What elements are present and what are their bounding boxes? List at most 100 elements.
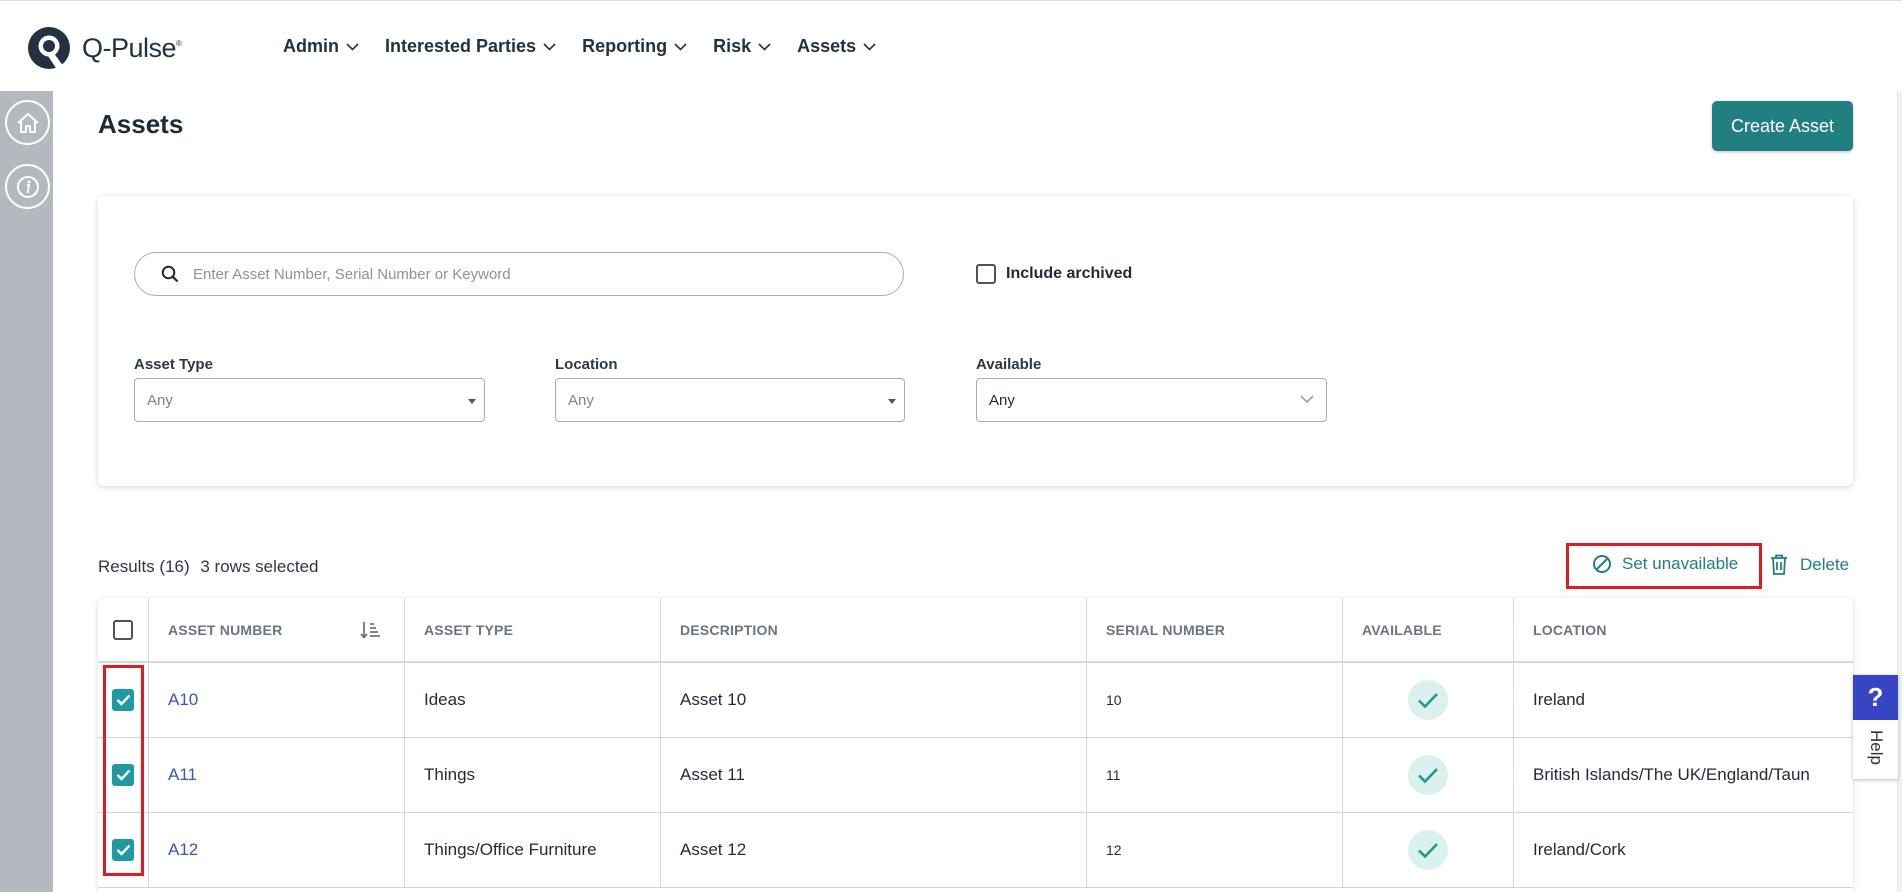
row-checkbox-checked[interactable] bbox=[112, 839, 134, 861]
include-archived-checkbox[interactable] bbox=[976, 264, 996, 284]
help-label: Help bbox=[1867, 730, 1886, 765]
location-cell: Ireland/Cork bbox=[1533, 840, 1626, 859]
location-cell: Ireland bbox=[1533, 690, 1585, 709]
description-cell: Asset 10 bbox=[661, 663, 1087, 737]
nav-risk-label: Risk bbox=[713, 36, 752, 56]
chevron-down-icon bbox=[758, 42, 771, 51]
results-summary: Results (16) 3 rows selected bbox=[98, 557, 325, 577]
search-icon bbox=[161, 265, 179, 283]
location-cell: British Islands/The UK/England/Taun bbox=[1533, 765, 1810, 784]
available-cell bbox=[1343, 738, 1514, 812]
column-header-location[interactable]: LOCATION bbox=[1514, 598, 1853, 661]
table-row[interactable]: A10 Ideas Asset 10 10 Ireland bbox=[98, 663, 1853, 738]
asset-number-link[interactable]: A11 bbox=[149, 738, 405, 812]
help-tab[interactable]: ? Help bbox=[1853, 675, 1898, 779]
include-archived-label: Include archived bbox=[1006, 265, 1133, 282]
home-icon bbox=[16, 112, 39, 133]
location-value: Any bbox=[568, 391, 594, 409]
block-icon bbox=[1593, 555, 1611, 573]
asset-type-value: Any bbox=[147, 391, 173, 409]
row-select-cell bbox=[98, 663, 149, 737]
nav-assets-label: Assets bbox=[797, 36, 857, 56]
available-check-icon bbox=[1408, 830, 1448, 870]
available-select[interactable]: Any bbox=[976, 378, 1327, 422]
asset-type-select[interactable]: Any bbox=[134, 378, 485, 422]
nav-interested-parties-label: Interested Parties bbox=[385, 36, 537, 56]
available-cell bbox=[1343, 813, 1514, 887]
row-select-cell bbox=[98, 813, 149, 887]
serial-number-cell: 10 bbox=[1087, 663, 1343, 737]
column-header-description[interactable]: DESCRIPTION bbox=[661, 598, 1087, 661]
delete-label: Delete bbox=[1800, 554, 1850, 574]
checkmark-icon bbox=[116, 694, 130, 706]
available-value: Any bbox=[989, 391, 1015, 409]
location-label: Location bbox=[555, 356, 618, 373]
main-nav: Admin Interested Parties Reporting Risk … bbox=[270, 1, 889, 92]
column-header-asset-number[interactable]: ASSET NUMBER bbox=[149, 598, 405, 661]
sort-ascending-icon[interactable] bbox=[360, 621, 382, 639]
include-archived-option[interactable]: Include archived bbox=[976, 264, 1132, 284]
serial-number-cell: 11 bbox=[1087, 738, 1343, 812]
chevron-down-icon bbox=[863, 42, 876, 51]
left-sidebar bbox=[0, 91, 53, 892]
nav-admin[interactable]: Admin bbox=[283, 32, 359, 61]
results-count: Results (16) bbox=[98, 557, 190, 576]
available-label: Available bbox=[976, 356, 1042, 373]
row-select-cell bbox=[98, 738, 149, 812]
set-unavailable-label: Set unavailable bbox=[1622, 554, 1739, 573]
home-button[interactable] bbox=[5, 100, 50, 145]
chevron-down-icon bbox=[1300, 395, 1314, 404]
delete-button[interactable]: Delete bbox=[1770, 554, 1849, 575]
table-header: ASSET NUMBER ASSET TYPE DESCRIPTION SERI… bbox=[98, 598, 1853, 663]
trash-icon bbox=[1771, 554, 1787, 575]
dropdown-arrow-icon bbox=[468, 399, 476, 404]
chevron-down-icon bbox=[346, 42, 359, 51]
chevron-down-icon bbox=[543, 42, 556, 51]
location-select[interactable]: Any bbox=[555, 378, 905, 422]
column-header-serial-number[interactable]: SERIAL NUMBER bbox=[1087, 598, 1343, 661]
nav-interested-parties[interactable]: Interested Parties bbox=[385, 32, 556, 61]
select-all-checkbox[interactable] bbox=[113, 619, 133, 640]
column-header-available[interactable]: AVAILABLE bbox=[1343, 598, 1514, 661]
serial-number-cell: 12 bbox=[1087, 813, 1343, 887]
assets-table: ASSET NUMBER ASSET TYPE DESCRIPTION SERI… bbox=[98, 598, 1853, 892]
asset-type-cell: Things/Office Furniture bbox=[405, 813, 661, 887]
q-pulse-logo-icon bbox=[28, 27, 70, 69]
help-question-icon: ? bbox=[1853, 675, 1898, 720]
column-header-asset-type[interactable]: ASSET TYPE bbox=[405, 598, 661, 661]
asset-number-link[interactable]: A10 bbox=[149, 663, 405, 737]
available-cell bbox=[1343, 663, 1514, 737]
page-title: Assets bbox=[98, 109, 184, 139]
info-button[interactable] bbox=[5, 164, 50, 209]
filter-panel: Include archived Asset Type Any Location… bbox=[98, 196, 1853, 486]
available-check-icon bbox=[1408, 755, 1448, 795]
nav-assets[interactable]: Assets bbox=[797, 32, 876, 61]
dropdown-arrow-icon bbox=[888, 399, 896, 404]
create-asset-button[interactable]: Create Asset bbox=[1712, 101, 1853, 151]
checkmark-icon bbox=[116, 844, 130, 856]
set-unavailable-button[interactable]: Set unavailable bbox=[1592, 554, 1738, 574]
available-check-icon bbox=[1408, 680, 1448, 720]
asset-type-cell: Things bbox=[405, 738, 661, 812]
q-pulse-logo[interactable]: Q-Pulse® bbox=[26, 25, 182, 71]
description-cell: Asset 11 bbox=[661, 738, 1087, 812]
table-row[interactable]: A12 Things/Office Furniture Asset 12 12 … bbox=[98, 813, 1853, 888]
select-all-cell bbox=[98, 598, 149, 661]
row-checkbox-checked[interactable] bbox=[112, 689, 134, 711]
nav-risk[interactable]: Risk bbox=[713, 32, 771, 61]
description-cell: Asset 12 bbox=[661, 813, 1087, 887]
info-icon bbox=[16, 175, 39, 198]
nav-admin-label: Admin bbox=[283, 36, 339, 56]
row-checkbox-checked[interactable] bbox=[112, 764, 134, 786]
rows-selected-text: 3 rows selected bbox=[200, 557, 319, 576]
table-row[interactable]: A11 Things Asset 11 11 British Islands/T… bbox=[98, 738, 1853, 813]
logo-text: Q-Pulse® bbox=[82, 32, 182, 63]
column-header-label: ASSET NUMBER bbox=[168, 621, 283, 638]
top-nav-bar: Q-Pulse® Admin Interested Parties Report… bbox=[0, 0, 1902, 91]
search-box[interactable] bbox=[134, 252, 904, 296]
asset-number-link[interactable]: A12 bbox=[149, 813, 405, 887]
asset-type-cell: Ideas bbox=[405, 663, 661, 737]
nav-reporting[interactable]: Reporting bbox=[582, 32, 687, 61]
search-input[interactable] bbox=[193, 265, 873, 283]
nav-reporting-label: Reporting bbox=[582, 36, 668, 56]
